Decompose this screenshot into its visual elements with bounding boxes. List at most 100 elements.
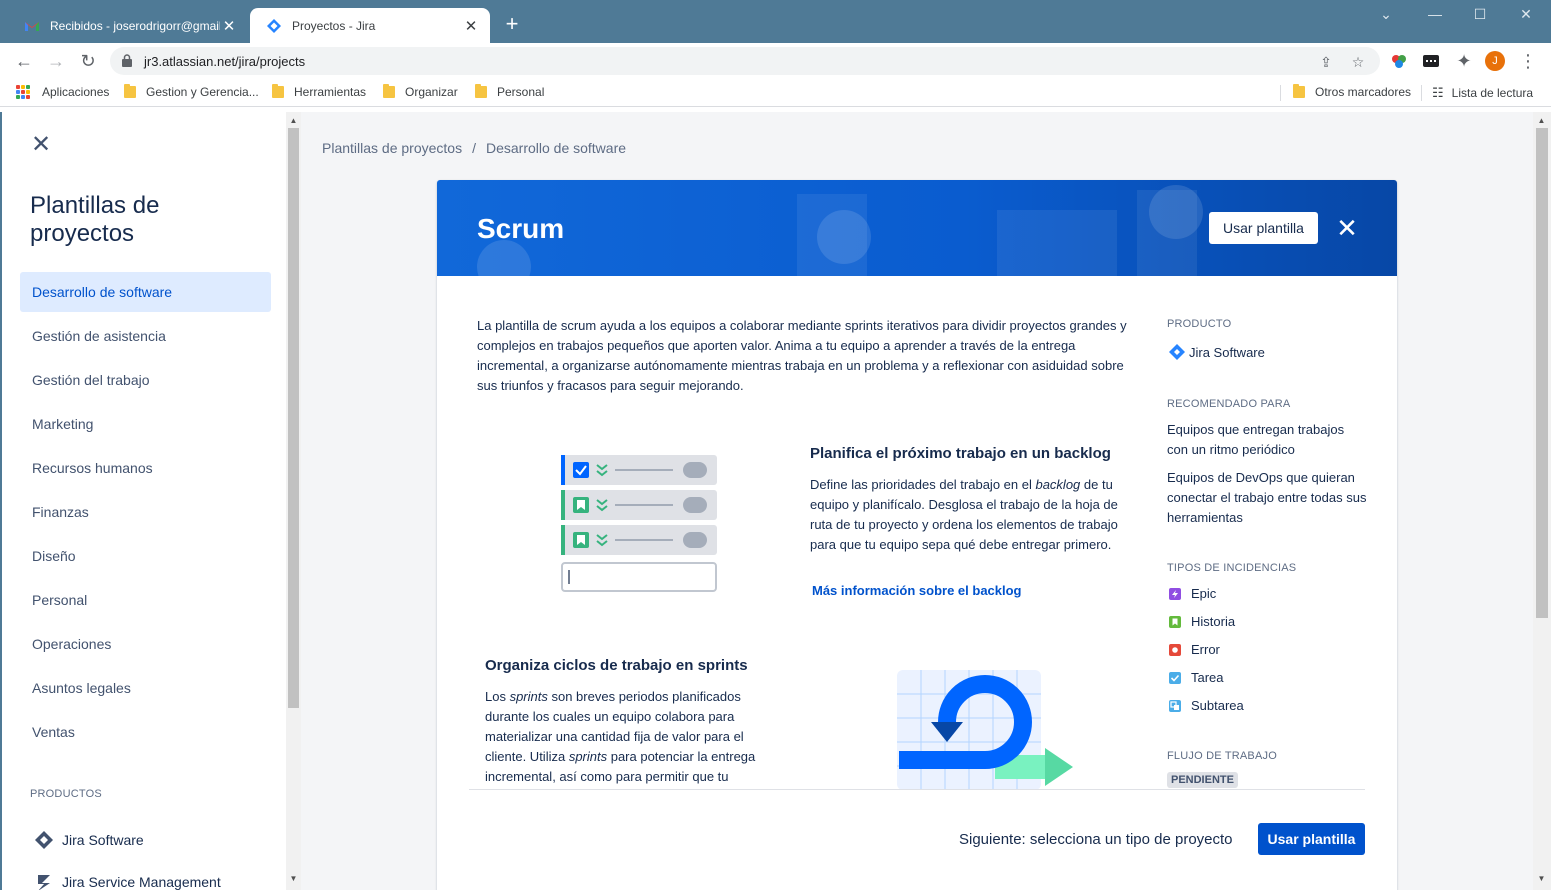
- close-template-icon[interactable]: ✕: [1335, 215, 1359, 241]
- reading-list[interactable]: ☷ Lista de lectura: [1432, 85, 1533, 101]
- lock-icon: [122, 54, 132, 67]
- sidebar-item-gestion-asistencia[interactable]: Gestión de asistencia: [20, 316, 271, 356]
- forward-icon[interactable]: →: [44, 49, 68, 73]
- new-tab-button[interactable]: +: [500, 12, 524, 36]
- sidebar-item-finanzas[interactable]: Finanzas: [20, 492, 271, 532]
- sidebar-item-personal[interactable]: Personal: [20, 580, 271, 620]
- bug-icon: [1169, 643, 1181, 656]
- maximize-icon[interactable]: ☐: [1470, 6, 1490, 23]
- scrollbar-thumb[interactable]: [288, 128, 299, 708]
- minimize-icon[interactable]: —: [1425, 6, 1445, 22]
- close-icon[interactable]: ✕: [30, 133, 52, 157]
- epic-icon: [1169, 587, 1181, 600]
- recommended-heading: RECOMENDADO PARA: [1167, 398, 1291, 410]
- bookmark-label: Organizar: [405, 85, 458, 99]
- sidebar-item-diseno[interactable]: Diseño: [20, 536, 271, 576]
- extension-dark-icon[interactable]: [1422, 52, 1440, 70]
- header-decoration: [1149, 185, 1203, 239]
- scroll-up-icon[interactable]: ▲: [289, 116, 298, 125]
- bookmark-folder-herramientas[interactable]: Herramientas: [272, 84, 366, 99]
- sidebar-product-jira-service[interactable]: Jira Service Management: [34, 872, 221, 890]
- breadcrumb-parent[interactable]: Plantillas de proyectos: [322, 140, 462, 156]
- issue-type-label: Error: [1191, 642, 1220, 657]
- sprints-text-part: Los: [485, 689, 510, 704]
- bookmark-label: Gestion y Gerencia...: [146, 85, 259, 99]
- jira-software-icon: [35, 831, 53, 849]
- sidebar-item-desarrollo-software[interactable]: Desarrollo de software: [20, 272, 271, 312]
- backlog-illustration: [561, 455, 717, 592]
- url-text: jr3.atlassian.net/jira/projects: [144, 54, 306, 69]
- bookmark-folder-organizar[interactable]: Organizar: [383, 84, 458, 99]
- template-card: Scrum Usar plantilla ✕ La plantilla de s…: [437, 180, 1397, 890]
- breadcrumb: Plantillas de proyectos / Desarrollo de …: [322, 140, 626, 156]
- jira-software-icon: [1169, 344, 1185, 360]
- bookmark-label: Personal: [497, 85, 545, 99]
- issue-type-label: Epic: [1191, 586, 1217, 601]
- sidebar-scrollbar[interactable]: ▲ ▼: [286, 112, 301, 890]
- tab-jira[interactable]: Proyectos - Jira ✕: [250, 8, 490, 43]
- reload-icon[interactable]: ↻: [76, 49, 100, 73]
- address-bar[interactable]: jr3.atlassian.net/jira/projects ⇪ ☆: [110, 47, 1380, 75]
- extensions-puzzle-icon[interactable]: ✦: [1452, 49, 1476, 73]
- folder-icon: [475, 84, 487, 98]
- issue-type-label: Tarea: [1191, 670, 1224, 685]
- product-heading: PRODUCTO: [1167, 318, 1232, 330]
- sidebar-item-operaciones[interactable]: Operaciones: [20, 624, 271, 664]
- template-header: Scrum Usar plantilla ✕: [437, 180, 1397, 276]
- task-icon: [1169, 671, 1181, 684]
- browser-toolbar: ← → ↻ jr3.atlassian.net/jira/projects ⇪ …: [0, 43, 1551, 79]
- bookmark-folder-personal[interactable]: Personal: [475, 84, 545, 99]
- use-template-button[interactable]: Usar plantilla: [1258, 823, 1365, 855]
- main-content: Plantillas de proyectos / Desarrollo de …: [301, 112, 1533, 890]
- bookmark-folder-gestion[interactable]: Gestion y Gerencia...: [124, 84, 259, 99]
- scroll-down-icon[interactable]: ▼: [289, 874, 298, 883]
- category-list: Desarrollo de software Gestión de asiste…: [20, 272, 271, 756]
- workflow-heading: FLUJO DE TRABAJO: [1167, 750, 1277, 762]
- sprints-feature-text: Los sprints son breves periodos planific…: [485, 687, 785, 787]
- folder-icon: [272, 84, 284, 98]
- backlog-feature-title: Planifica el próximo trabajo en un backl…: [810, 445, 1111, 462]
- breadcrumb-current: Desarrollo de software: [485, 140, 627, 156]
- issue-types-heading: TIPOS DE INCIDENCIAS: [1167, 562, 1297, 574]
- tab-search-icon[interactable]: ⌄: [1376, 6, 1396, 23]
- workflow-status-lozenge: PENDIENTE: [1167, 772, 1238, 788]
- issue-type-story: Historia: [1169, 614, 1235, 629]
- star-icon[interactable]: ☆: [1350, 54, 1366, 70]
- browser-menu-icon[interactable]: ⋮: [1516, 49, 1540, 73]
- header-decoration: [477, 240, 531, 276]
- sidebar-item-marketing[interactable]: Marketing: [20, 404, 271, 444]
- meta-product: Jira Software: [1169, 344, 1265, 360]
- tab-close-icon[interactable]: ✕: [220, 17, 238, 35]
- bookmark-other[interactable]: Otros marcadores: [1293, 84, 1411, 99]
- subtask-icon: [1169, 699, 1181, 712]
- reading-list-icon: ☷: [1432, 85, 1444, 100]
- tab-gmail[interactable]: Recibidos - joserodrigorr@gmail. ✕: [8, 8, 248, 43]
- extension-color-icon[interactable]: [1390, 52, 1408, 70]
- story-icon: [1169, 615, 1181, 628]
- scrollbar-thumb[interactable]: [1536, 128, 1548, 618]
- products-heading: PRODUCTOS: [30, 788, 102, 800]
- sidebar-item-asuntos-legales[interactable]: Asuntos legales: [20, 668, 271, 708]
- sprints-feature-title: Organiza ciclos de trabajo en sprints: [485, 657, 748, 674]
- templates-sidebar: ✕ Plantillas de proyectos Desarrollo de …: [0, 112, 286, 890]
- sidebar-item-recursos-humanos[interactable]: Recursos humanos: [20, 448, 271, 488]
- profile-avatar[interactable]: J: [1485, 51, 1505, 71]
- bookmark-divider: [1280, 85, 1281, 101]
- scroll-down-icon[interactable]: ▼: [1537, 874, 1546, 883]
- sidebar-item-gestion-trabajo[interactable]: Gestión del trabajo: [20, 360, 271, 400]
- share-icon[interactable]: ⇪: [1318, 54, 1334, 70]
- main-scrollbar[interactable]: ▲ ▼: [1533, 112, 1551, 890]
- window-close-icon[interactable]: ✕: [1516, 6, 1536, 23]
- scroll-up-icon[interactable]: ▲: [1537, 116, 1546, 125]
- back-icon[interactable]: ←: [12, 49, 36, 73]
- bookmark-apps[interactable]: Aplicaciones: [16, 85, 109, 99]
- sidebar-item-ventas[interactable]: Ventas: [20, 712, 271, 752]
- bookmark-divider: [1421, 85, 1422, 101]
- tab-close-icon[interactable]: ✕: [462, 17, 480, 35]
- sidebar-product-jira-software[interactable]: Jira Software: [34, 830, 144, 850]
- use-template-header-button[interactable]: Usar plantilla: [1209, 212, 1318, 244]
- sprints-text-emphasis: sprints: [568, 749, 608, 764]
- backlog-text-emphasis: backlog: [1035, 477, 1081, 492]
- backlog-learn-more-link[interactable]: Más información sobre el backlog: [812, 583, 1022, 598]
- recommended-item: Equipos que entregan trabajos con un rit…: [1167, 422, 1345, 457]
